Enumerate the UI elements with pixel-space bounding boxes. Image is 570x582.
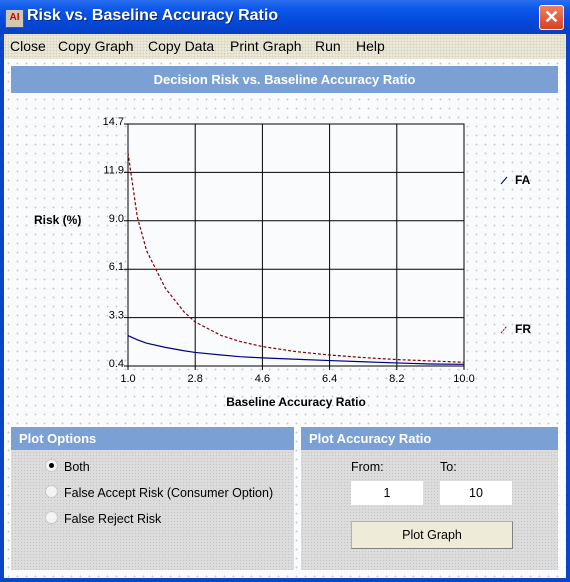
x-axis-label: Baseline Accuracy Ratio	[226, 395, 366, 409]
radio-both[interactable]: Both	[45, 459, 90, 474]
menu-copy-data[interactable]: Copy Data	[148, 38, 214, 54]
y-tick-label: 3.3	[109, 310, 124, 322]
y-axis-label: Risk (%)	[34, 213, 81, 227]
close-button[interactable]: ✕	[539, 5, 564, 30]
app-icon: AI	[5, 9, 24, 28]
radio-false-reject[interactable]: False Reject Risk	[45, 511, 161, 526]
from-input[interactable]: 1	[351, 481, 423, 505]
client-area: Close Copy Graph Copy Data Print Graph R…	[4, 34, 566, 578]
radio-dot[interactable]	[45, 485, 58, 498]
window: AI Risk vs. Baseline Accuracy Ratio ✕ Cl…	[0, 0, 570, 582]
legend-label-fa: FA	[515, 173, 531, 187]
radio-false-accept[interactable]: False Accept Risk (Consumer Option)	[45, 485, 273, 500]
x-tick-label: 6.4	[322, 373, 337, 385]
to-input[interactable]: 10	[440, 481, 512, 505]
plot-graph-button[interactable]: Plot Graph	[351, 521, 513, 549]
x-tick-label: 4.6	[255, 373, 270, 385]
y-tick-label: 6.1	[109, 261, 124, 273]
x-tick-label: 1.0	[120, 373, 135, 385]
menu-close[interactable]: Close	[10, 38, 46, 54]
radio-label: False Reject Risk	[64, 512, 162, 526]
plot-options-header: Plot Options	[11, 427, 294, 450]
from-label: From:	[351, 460, 384, 474]
title-bar[interactable]: AI Risk vs. Baseline Accuracy Ratio ✕	[0, 0, 570, 34]
y-tick-label: 11.9	[103, 164, 124, 176]
legend-label-fr: FR	[515, 322, 531, 336]
x-tick-label: 8.2	[389, 373, 404, 385]
legend-swatch-fr	[500, 325, 508, 334]
plot-range-panel: Plot Accuracy Ratio From: To: 1 10 Plot …	[301, 427, 558, 570]
menu-bar: Close Copy Graph Copy Data Print Graph R…	[4, 34, 566, 59]
window-title: Risk vs. Baseline Accuracy Ratio	[27, 7, 279, 24]
plot-area	[128, 124, 464, 366]
menu-run[interactable]: Run	[315, 38, 341, 54]
radio-dot[interactable]	[45, 511, 58, 524]
menu-help[interactable]: Help	[356, 38, 385, 54]
close-icon: ✕	[543, 7, 560, 27]
to-label: To:	[440, 460, 457, 474]
legend-swatch-fa	[500, 176, 508, 185]
y-tick-label: 0.4	[109, 358, 124, 370]
radio-label: False Accept Risk (Consumer Option)	[64, 486, 274, 500]
plot-options-panel: Plot Options Both False Accept Risk (Con…	[11, 427, 294, 570]
menu-copy-graph[interactable]: Copy Graph	[58, 38, 133, 54]
radio-label: Both	[64, 460, 90, 474]
menu-print-graph[interactable]: Print Graph	[230, 38, 302, 54]
radio-dot[interactable]	[45, 459, 58, 472]
content-area: Decision Risk vs. Baseline Accuracy Rati…	[4, 59, 566, 578]
plot-range-header: Plot Accuracy Ratio	[301, 427, 558, 450]
y-tick-label: 9.0	[109, 213, 124, 225]
x-tick-label: 10.0	[453, 373, 474, 385]
y-tick-label: 14.7	[103, 116, 124, 128]
chart: 1.0 2.8 4.6 6.4 8.2 10.0 0.4 3.3 6.1 9.0 11.9 14.7 B…	[34, 116, 531, 409]
x-tick-label: 2.8	[188, 373, 203, 385]
